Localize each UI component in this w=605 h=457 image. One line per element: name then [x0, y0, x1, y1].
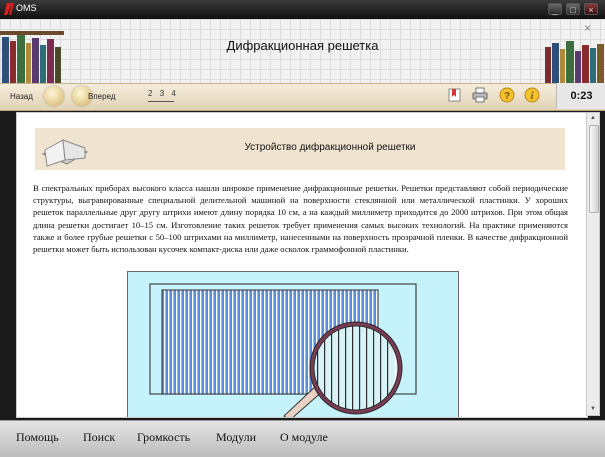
page-link-4[interactable]: 4 — [171, 89, 175, 98]
back-button[interactable]: Назад — [8, 86, 68, 108]
scroll-thumb[interactable] — [589, 125, 599, 213]
back-label: Назад — [10, 92, 33, 101]
forward-button[interactable]: Вперед — [72, 86, 132, 108]
minimize-button[interactable]: _ — [548, 3, 562, 15]
app-name: OMS — [16, 3, 37, 13]
page-selector: 2 3 4 — [148, 89, 181, 98]
diffraction-grating-illustration — [127, 271, 459, 417]
page-link-3[interactable]: 3 — [160, 89, 164, 98]
close-button[interactable]: × — [584, 3, 598, 15]
body-paragraph: В спектральных приборах высокого класса … — [33, 183, 568, 255]
maximize-button[interactable]: □ — [566, 3, 580, 15]
app-logo-icon — [4, 3, 14, 15]
vertical-scrollbar[interactable]: ▲ ▼ — [586, 112, 600, 416]
content-panel: Устройство дифракционной решетки В спект… — [16, 112, 588, 418]
open-book-icon — [41, 139, 89, 167]
page-title: Дифракционная решетка — [226, 38, 379, 53]
section-banner: Устройство дифракционной решетки — [35, 128, 565, 170]
section-title: Устройство дифракционной решетки — [244, 142, 416, 153]
scroll-down-icon[interactable]: ▼ — [587, 404, 599, 415]
navigation-toolbar: Назад Вперед 2 3 4 ? i 0:23 — [0, 83, 605, 111]
timer: 0:23 — [556, 83, 605, 109]
info-icon[interactable]: i — [524, 87, 540, 103]
header-close-icon[interactable]: × — [584, 21, 591, 35]
help-icon[interactable]: ? — [499, 87, 515, 103]
bookmark-icon[interactable] — [447, 87, 463, 103]
forward-label: Вперед — [88, 92, 116, 101]
bottom-menu: Помощь Поиск Громкость Модули О модуле — [0, 420, 605, 457]
svg-text:i: i — [531, 91, 534, 102]
svg-text:?: ? — [504, 91, 510, 102]
books-right-illustration — [545, 41, 604, 83]
page-underline — [148, 101, 174, 102]
header: Дифракционная решетка × — [0, 19, 605, 83]
scroll-up-icon[interactable]: ▲ — [587, 113, 599, 124]
menu-search[interactable]: Поиск — [83, 430, 115, 445]
menu-help[interactable]: Помощь — [16, 430, 59, 445]
menu-modules[interactable]: Модули — [216, 430, 256, 445]
print-icon[interactable] — [472, 87, 488, 103]
window-titlebar: OMS _ □ × — [0, 0, 605, 19]
menu-volume[interactable]: Громкость — [137, 430, 190, 445]
back-circle-icon — [44, 86, 64, 106]
menu-about-module[interactable]: О модуле — [280, 430, 328, 445]
page-link-2[interactable]: 2 — [148, 89, 152, 98]
